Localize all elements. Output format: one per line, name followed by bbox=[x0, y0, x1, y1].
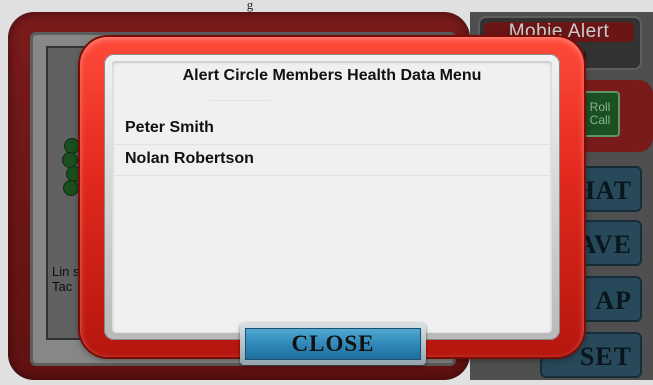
modal-content-panel bbox=[112, 61, 552, 333]
close-button[interactable]: CLOSE bbox=[240, 323, 426, 365]
member-list: Peter Smith Nolan Robertson bbox=[112, 114, 552, 176]
modal-title: Alert Circle Members Health Data Menu bbox=[182, 67, 482, 84]
member-row-nolan-robertson[interactable]: Nolan Robertson bbox=[112, 145, 552, 176]
member-row-peter-smith[interactable]: Peter Smith bbox=[112, 114, 552, 145]
close-button-label: CLOSE bbox=[245, 328, 421, 360]
title-divider bbox=[210, 100, 270, 101]
